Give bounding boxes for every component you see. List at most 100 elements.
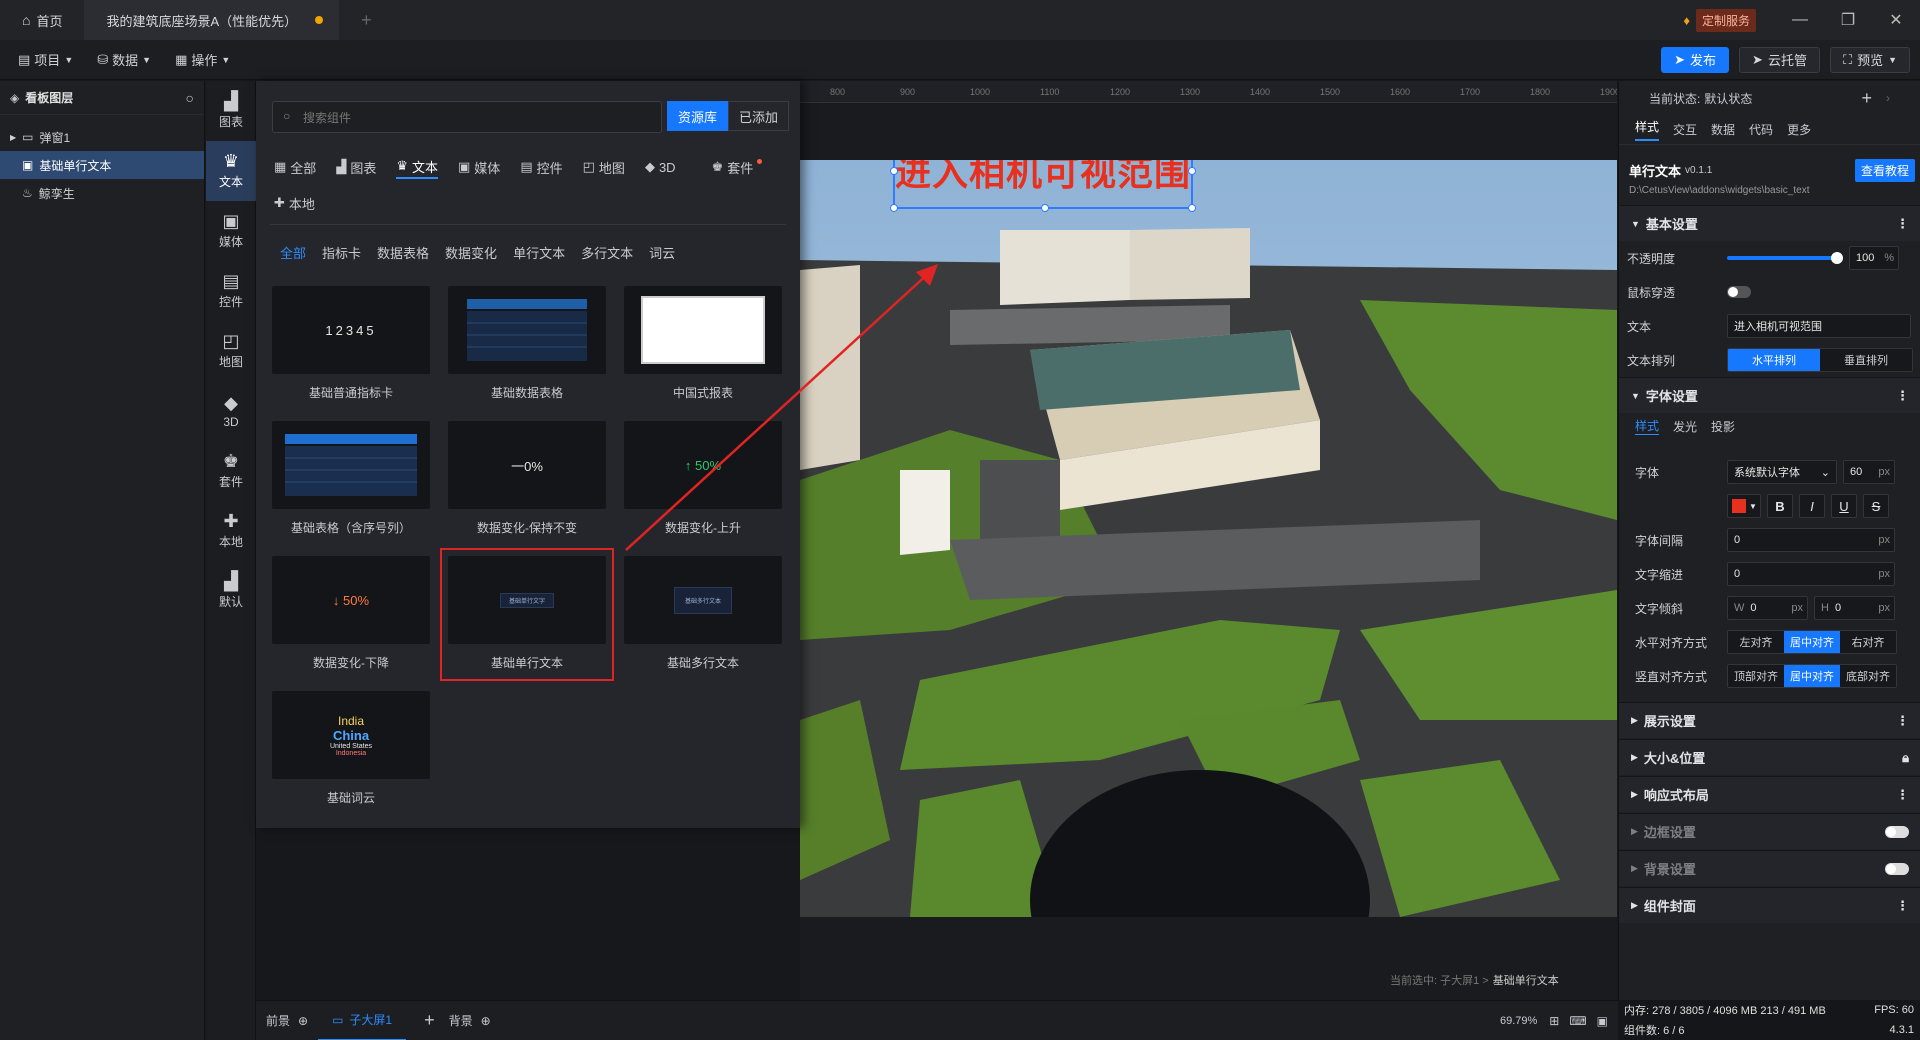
fit-screen-icon[interactable]: ⊞: [1549, 1014, 1559, 1028]
letter-spacing-input[interactable]: 0 px: [1727, 528, 1895, 552]
resize-handle[interactable]: [890, 167, 898, 175]
more-icon[interactable]: ⋮: [1896, 388, 1909, 404]
category-suite[interactable]: ♚ 套件: [206, 441, 256, 501]
opacity-slider[interactable]: [1727, 252, 1843, 264]
resize-handle[interactable]: [1188, 204, 1196, 212]
font-select[interactable]: 系统默认字体 ⌄: [1727, 460, 1837, 484]
component-card[interactable]: 基础单行文字 基础单行文本: [448, 556, 606, 671]
section-cover[interactable]: ▶ 组件封面 ⋮: [1619, 887, 1920, 923]
section-font[interactable]: ▼ 字体设置 ⋮: [1619, 377, 1920, 413]
category-3d[interactable]: ◆ 3D: [206, 381, 256, 441]
component-card[interactable]: ↓ 50% 数据变化-下降: [272, 556, 430, 671]
arrange-vertical[interactable]: 垂直排列: [1820, 349, 1912, 371]
component-card[interactable]: India China United States Indonesia 基础词云: [272, 691, 430, 806]
section-border[interactable]: ▶ 边框设置: [1619, 813, 1920, 849]
font-size-input[interactable]: 60 px: [1843, 460, 1895, 484]
tab-style[interactable]: 样式: [1635, 118, 1660, 141]
category-chart[interactable]: ▟ 图表: [206, 81, 256, 141]
background-toggle[interactable]: [1885, 862, 1909, 875]
add-circle-icon[interactable]: ⊕: [481, 1014, 491, 1028]
subtab-table[interactable]: 数据表格: [377, 243, 429, 262]
section-basic[interactable]: ▼ 基本设置 ⋮: [1619, 205, 1920, 241]
slider-handle[interactable]: [1831, 252, 1843, 264]
skew-w-input[interactable]: W 0 px: [1727, 596, 1808, 620]
tab-media[interactable]: ▣ 媒体: [458, 155, 500, 179]
preview-button[interactable]: ⛶ 预览 ▼: [1829, 46, 1910, 73]
tab-control[interactable]: ▤ 控件: [520, 155, 562, 179]
tab-interaction[interactable]: 交互: [1673, 121, 1697, 138]
tab-chart[interactable]: ▟ 图表: [336, 155, 376, 179]
underline-button[interactable]: U: [1831, 494, 1857, 518]
font-tab-style[interactable]: 样式: [1635, 417, 1660, 435]
category-control[interactable]: ▤ 控件: [206, 261, 256, 321]
background-layer[interactable]: 背景 ⊕: [435, 1012, 505, 1029]
tab-3d[interactable]: ◆ 3D: [645, 155, 676, 179]
component-card[interactable]: 基础数据表格: [448, 286, 606, 401]
tab-local[interactable]: ✚ 本地: [274, 191, 315, 215]
align-left[interactable]: 左对齐: [1728, 631, 1784, 653]
align-center[interactable]: 居中对齐: [1784, 631, 1840, 653]
resize-handle[interactable]: [890, 204, 898, 212]
tab-document[interactable]: 我的建筑底座场景A（性能优先）: [84, 0, 340, 40]
section-responsive[interactable]: ▶ 响应式布局 ⋮: [1619, 776, 1920, 812]
new-tab-button[interactable]: +: [339, 0, 394, 40]
add-icon[interactable]: +: [1861, 88, 1872, 109]
tab-all[interactable]: ▦ 全部: [274, 155, 316, 179]
opacity-input[interactable]: 100%: [1849, 246, 1899, 270]
foreground-layer[interactable]: 前景 ⊕: [256, 1012, 318, 1029]
layer-item-popup[interactable]: ▶ ▭ 弹窗1: [0, 123, 204, 151]
more-icon[interactable]: ⋮: [1896, 898, 1909, 914]
text-widget-selection[interactable]: 进入相机可视范围: [890, 160, 1196, 212]
minimize-icon[interactable]: —: [1776, 0, 1824, 40]
arrange-horizontal[interactable]: 水平排列: [1728, 349, 1820, 371]
bold-button[interactable]: B: [1767, 494, 1793, 518]
tutorial-button[interactable]: 查看教程: [1854, 159, 1915, 182]
component-card[interactable]: 基础表格（含序号列）: [272, 421, 430, 536]
resize-handle[interactable]: [1041, 204, 1049, 212]
restore-icon[interactable]: ❐: [1824, 0, 1872, 40]
tab-map[interactable]: ◰ 地图: [583, 155, 625, 179]
resize-handle[interactable]: [1188, 167, 1196, 175]
skew-h-input[interactable]: H 0 px: [1814, 596, 1895, 620]
publish-button[interactable]: ➤ 发布: [1661, 46, 1730, 73]
category-local[interactable]: ✚ 本地: [206, 501, 256, 561]
keyboard-icon[interactable]: ⌨: [1569, 1014, 1586, 1028]
font-tab-shadow[interactable]: 投影: [1711, 418, 1735, 435]
menu-project[interactable]: ▤ 项目 ▼: [12, 50, 79, 69]
add-circle-icon[interactable]: ⊕: [298, 1014, 308, 1028]
close-icon[interactable]: ✕: [1872, 0, 1920, 40]
align-bottom[interactable]: 底部对齐: [1840, 665, 1896, 687]
strikethrough-button[interactable]: S: [1863, 494, 1889, 518]
sub-screen-tab[interactable]: ▭ 子大屏1: [318, 1001, 407, 1040]
text-color-picker[interactable]: ▼: [1727, 494, 1761, 518]
category-media[interactable]: ▣ 媒体: [206, 201, 256, 261]
custom-service-button[interactable]: ♦ 定制服务: [1683, 8, 1756, 32]
cloud-host-button[interactable]: ➤ 云托管: [1739, 46, 1820, 73]
component-card[interactable]: 一0% 数据变化-保持不变: [448, 421, 606, 536]
component-card[interactable]: 12345 基础普通指标卡: [272, 286, 430, 401]
section-background[interactable]: ▶ 背景设置: [1619, 850, 1920, 886]
align-top[interactable]: 顶部对齐: [1728, 665, 1784, 687]
border-toggle[interactable]: [1885, 825, 1909, 838]
add-icon[interactable]: +: [424, 1010, 435, 1031]
more-icon[interactable]: ⋮: [1896, 713, 1909, 729]
tab-more[interactable]: 更多: [1787, 121, 1811, 138]
text-input[interactable]: 进入相机可视范围: [1727, 314, 1911, 338]
layer-item-whale-twin[interactable]: ♨ 鲸孪生: [0, 179, 204, 207]
state-value[interactable]: 默认状态: [1704, 90, 1752, 107]
section-size-position[interactable]: ▶ 大小&位置 🔒︎: [1619, 739, 1920, 775]
layer-item-basic-text[interactable]: ▣ 基础单行文本: [0, 151, 204, 179]
tab-data[interactable]: 数据: [1711, 121, 1735, 138]
indent-input[interactable]: 0 px: [1727, 562, 1895, 586]
search-icon[interactable]: ○: [186, 90, 194, 106]
tab-suite[interactable]: ♚ 套件: [712, 155, 763, 179]
font-tab-glow[interactable]: 发光: [1673, 418, 1697, 435]
align-middle[interactable]: 居中对齐: [1784, 665, 1840, 687]
menu-data[interactable]: ⛁ 数据 ▼: [91, 50, 157, 69]
category-map[interactable]: ◰ 地图: [206, 321, 256, 381]
more-icon[interactable]: ⋮: [1896, 787, 1909, 803]
category-text[interactable]: ♛ 文本: [206, 141, 256, 201]
align-right[interactable]: 右对齐: [1840, 631, 1896, 653]
category-default[interactable]: ▟ 默认: [206, 561, 256, 621]
section-display[interactable]: ▶ 展示设置 ⋮: [1619, 702, 1920, 738]
